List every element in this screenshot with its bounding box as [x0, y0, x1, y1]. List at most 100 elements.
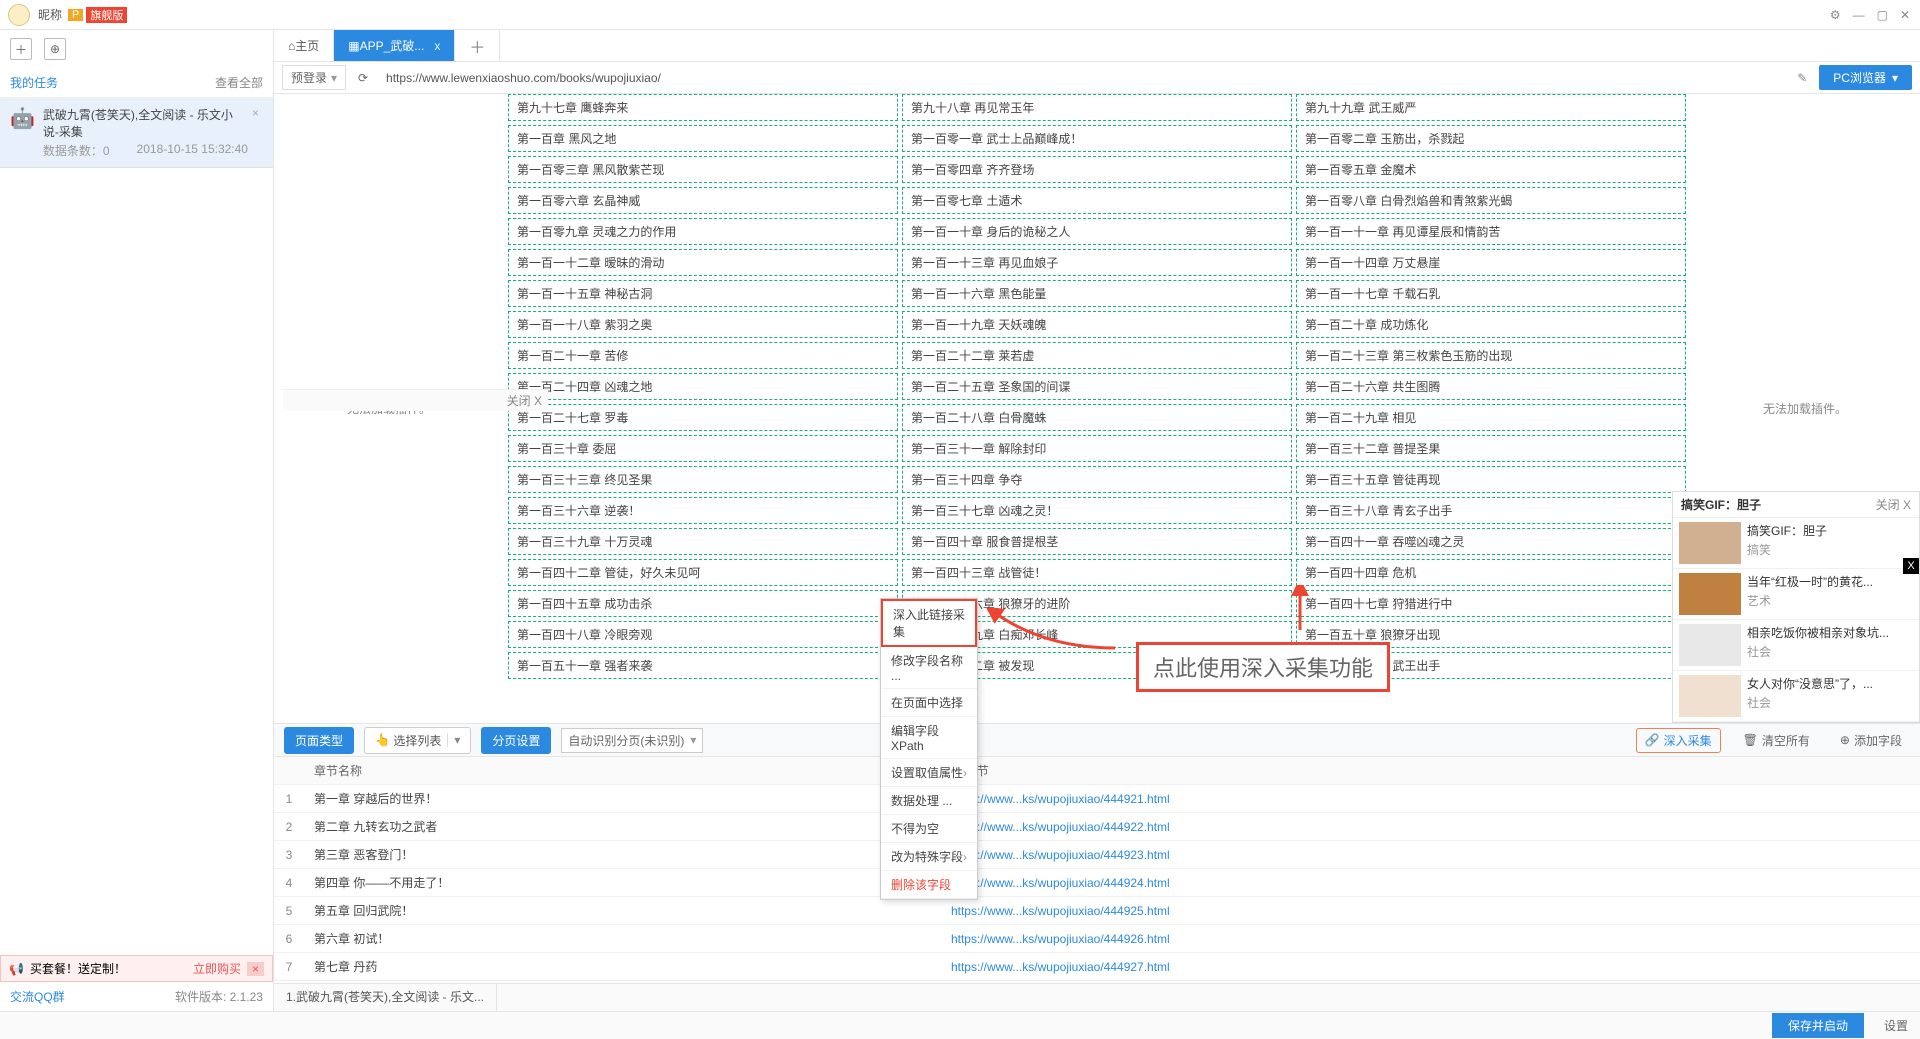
- reload-icon[interactable]: ⟳: [352, 67, 374, 89]
- chapter-link[interactable]: 第一百一十五章 神秘古洞: [508, 280, 898, 307]
- row-link[interactable]: https://www...ks/wupojiuxiao/444928.html: [941, 981, 1920, 984]
- ctx-to-special[interactable]: 改为特殊字段: [881, 843, 977, 871]
- chapter-link[interactable]: 第一百一十四章 万丈悬崖: [1296, 249, 1686, 276]
- chapter-link[interactable]: 第一百三十六章 逆袭！: [508, 497, 898, 524]
- bottom-tab-1[interactable]: 1.武破九霄(苍笑天),全文阅读 - 乐文...: [274, 984, 497, 1011]
- task-close-icon[interactable]: ×: [248, 106, 263, 159]
- chapter-link[interactable]: 第一百零九章 灵魂之力的作用: [508, 218, 898, 245]
- chapter-link[interactable]: 第一百零二章 玉筋出，杀戮起: [1296, 125, 1686, 152]
- chapter-link[interactable]: 第一百一十二章 暧昧的滑动: [508, 249, 898, 276]
- maximize-icon[interactable]: ▢: [1877, 8, 1888, 22]
- table-row[interactable]: 1第一章 穿越后的世界！https://www...ks/wupojiuxiao…: [274, 785, 1920, 813]
- ctx-data-proc[interactable]: 数据处理 ...: [881, 787, 977, 815]
- chapter-link[interactable]: 第一百章 黑风之地: [508, 125, 898, 152]
- ctx-edit-xpath[interactable]: 编辑字段XPath: [881, 717, 977, 759]
- chapter-link[interactable]: 第一百二十七章 罗毒: [508, 404, 898, 431]
- chapter-link[interactable]: 第一百零八章 白骨烈焰兽和青煞紫光蝎: [1296, 187, 1686, 214]
- gear-icon[interactable]: ⚙: [1830, 8, 1841, 22]
- chapter-link[interactable]: 第一百一十一章 再见谭星辰和情韵苦: [1296, 218, 1686, 245]
- chapter-link[interactable]: 第一百三十三章 终见圣果: [508, 466, 898, 493]
- news-item[interactable]: 搞笑GIF：胆子搞笑: [1673, 518, 1919, 569]
- page-type-button[interactable]: 页面类型: [284, 727, 354, 754]
- ctx-not-null[interactable]: 不得为空: [881, 815, 977, 843]
- save-start-button[interactable]: 保存并启动: [1772, 1013, 1864, 1038]
- chapter-link[interactable]: 第一百零一章 武士上品巅峰成！: [902, 125, 1292, 152]
- ctx-set-attr[interactable]: 设置取值属性: [881, 759, 977, 787]
- chapter-link[interactable]: 第一百二十八章 白骨魔蛛: [902, 404, 1292, 431]
- row-link[interactable]: https://www...ks/wupojiuxiao/444923.html: [941, 841, 1920, 869]
- chapter-link[interactable]: 第一百二十一章 苦修: [508, 342, 898, 369]
- chapter-link[interactable]: 第一百零四章 齐齐登场: [902, 156, 1292, 183]
- chapter-link[interactable]: 第一百三十九章 十万灵魂: [508, 528, 898, 555]
- tab-active[interactable]: ▦ APP_武破... x: [334, 30, 455, 61]
- auto-page-select[interactable]: 自动识别分页(未识别): [561, 728, 703, 753]
- chapter-link[interactable]: 第一百三十八章 青玄子出手: [1296, 497, 1686, 524]
- ctx-deep-collect[interactable]: 深入此链接采集: [881, 599, 977, 647]
- ctx-rename[interactable]: 修改字段名称 ...: [881, 647, 977, 689]
- chapter-link[interactable]: 第一百四十一章 吞噬凶魂之灵: [1296, 528, 1686, 555]
- task-item[interactable]: 🤖 武破九霄(苍笑天),全文阅读 - 乐文小说-采集 数据条数：0 2018-1…: [0, 98, 273, 168]
- chapter-link[interactable]: 第一百三十七章 凶魂之灵！: [902, 497, 1292, 524]
- chapter-link[interactable]: 第一百三十章 委屈: [508, 435, 898, 462]
- avatar[interactable]: [8, 4, 30, 26]
- col-chapter-name[interactable]: 章节名称: [304, 757, 941, 785]
- url-field[interactable]: https://www.lewenxiaoshuo.com/books/wupo…: [380, 71, 1791, 85]
- chapter-link[interactable]: 第一百四十五章 成功击杀: [508, 590, 898, 617]
- chapter-link[interactable]: 第一百四十三章 战管徒！: [902, 559, 1292, 586]
- chapter-link[interactable]: 第一百四十七章 狩猎进行中: [1296, 590, 1686, 617]
- row-link[interactable]: https://www...ks/wupojiuxiao/444925.html: [941, 897, 1920, 925]
- tab-close-icon[interactable]: x: [434, 39, 440, 53]
- chapter-link[interactable]: 第一百二十四章 凶魂之地: [508, 373, 898, 400]
- chapter-link[interactable]: 第一百二十六章 共生图腾: [1296, 373, 1686, 400]
- chapter-link[interactable]: 第一百三十一章 解除封印: [902, 435, 1292, 462]
- ctx-select-in-page[interactable]: 在页面中选择: [881, 689, 977, 717]
- chapter-link[interactable]: 第一百二十章 成功炼化: [1296, 311, 1686, 338]
- row-link[interactable]: https://www...ks/wupojiuxiao/444921.html: [941, 785, 1920, 813]
- table-row[interactable]: 6第六章 初试！https://www...ks/wupojiuxiao/444…: [274, 925, 1920, 953]
- select-list-button[interactable]: 👆 选择列表: [364, 727, 471, 754]
- ctx-delete[interactable]: 删除该字段: [881, 871, 977, 899]
- promo-close-icon[interactable]: ×: [247, 962, 264, 976]
- chapter-link[interactable]: 第一百一十章 身后的诡秘之人: [902, 218, 1292, 245]
- chapter-link[interactable]: 第一百四十章 服食普提根茎: [902, 528, 1292, 555]
- chapter-link[interactable]: 第一百四十八章 冷眼旁观: [508, 621, 898, 648]
- tab-home[interactable]: ⌂ 主页: [274, 30, 334, 61]
- table-row[interactable]: 3第三章 恶客登门！https://www...ks/wupojiuxiao/4…: [274, 841, 1920, 869]
- close-icon[interactable]: ✕: [1900, 8, 1910, 22]
- chapter-link[interactable]: 第一百零七章 土遁术: [902, 187, 1292, 214]
- deep-collect-button[interactable]: 🔗深入采集: [1636, 728, 1721, 753]
- edit-icon[interactable]: ✎: [1797, 71, 1807, 85]
- row-link[interactable]: https://www...ks/wupojiuxiao/444922.html: [941, 813, 1920, 841]
- chapter-link[interactable]: 第一百二十二章 莱若虚: [902, 342, 1292, 369]
- minimize-icon[interactable]: —: [1853, 8, 1865, 22]
- table-row[interactable]: 5第五章 回归武院！https://www...ks/wupojiuxiao/4…: [274, 897, 1920, 925]
- chapter-link[interactable]: 第一百四十四章 危机: [1296, 559, 1686, 586]
- chapter-link[interactable]: 第一百一十三章 再见血娘子: [902, 249, 1292, 276]
- chapter-link[interactable]: 第一百四十二章 管徒，好久未见呵: [508, 559, 898, 586]
- page-split-button[interactable]: 分页设置: [481, 727, 551, 754]
- news-item[interactable]: 相亲吃饭你被相亲对象坑...社会: [1673, 620, 1919, 671]
- news-item[interactable]: 当年“红极一时”的黄花...艺术: [1673, 569, 1919, 620]
- chapter-link[interactable]: 第一百一十八章 紫羽之奥: [508, 311, 898, 338]
- row-link[interactable]: https://www...ks/wupojiuxiao/444926.html: [941, 925, 1920, 953]
- chapter-link[interactable]: 第一百零五章 金魔术: [1296, 156, 1686, 183]
- clear-all-button[interactable]: 🗑清空所有: [1735, 729, 1818, 752]
- new-task-icon[interactable]: ＋: [10, 38, 32, 60]
- settings-button[interactable]: 设置: [1884, 1017, 1908, 1034]
- buy-link[interactable]: 立即购买: [193, 960, 241, 977]
- table-row[interactable]: 8第八章 武者巅峰！！https://www...ks/wupojiuxiao/…: [274, 981, 1920, 984]
- pc-browser-button[interactable]: PC浏览器: [1819, 65, 1912, 90]
- chapter-link[interactable]: 第一百一十九章 天妖魂魄: [902, 311, 1292, 338]
- row-link[interactable]: https://www...ks/wupojiuxiao/444927.html: [941, 953, 1920, 981]
- row-link[interactable]: https://www...ks/wupojiuxiao/444924.html: [941, 869, 1920, 897]
- chapter-link[interactable]: 第一百一十七章 千载石乳: [1296, 280, 1686, 307]
- table-row[interactable]: 4第四章 你——不用走了！https://www...ks/wupojiuxia…: [274, 869, 1920, 897]
- qq-link[interactable]: 交流QQ群: [10, 988, 65, 1005]
- chapter-link[interactable]: 第一百二十九章 相见: [1296, 404, 1686, 431]
- add-field-button[interactable]: ⊕添加字段: [1832, 729, 1910, 752]
- chapter-link[interactable]: 第一百三十二章 普提圣果: [1296, 435, 1686, 462]
- chapter-link[interactable]: 第一百一十六章 黑色能量: [902, 280, 1292, 307]
- chapter-link[interactable]: 第九十九章 武王威严: [1296, 94, 1686, 121]
- tab-add[interactable]: ＋: [455, 30, 500, 61]
- ad-close-icon[interactable]: X: [1903, 558, 1919, 574]
